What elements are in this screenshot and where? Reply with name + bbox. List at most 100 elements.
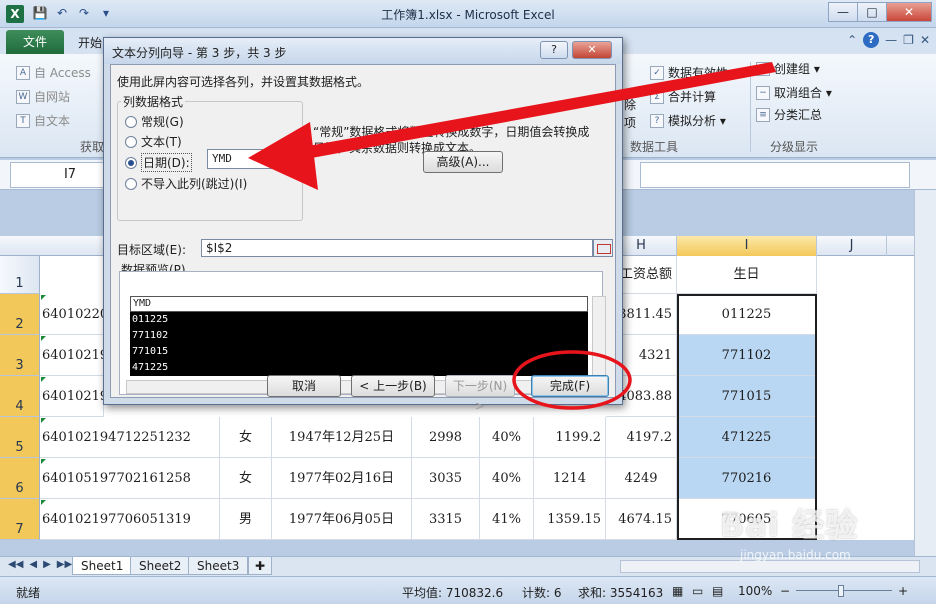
radio-text[interactable]: 文本(T)	[125, 133, 182, 150]
zoom-in-icon[interactable]: +	[898, 584, 908, 598]
minimize-button[interactable]: —	[828, 2, 858, 22]
tab-file[interactable]: 文件	[6, 30, 64, 54]
consolidate-button[interactable]: Σ 合并计算	[650, 88, 716, 105]
cell-d6[interactable]: 3035	[412, 458, 480, 499]
zoom-level[interactable]: 100%	[738, 584, 772, 598]
cell-d5[interactable]: 2998	[412, 417, 480, 458]
cell-f5[interactable]: 1199.2	[534, 417, 606, 458]
help-icon[interactable]: ?	[863, 32, 880, 48]
preview-column-data[interactable]: 011225 771102 771015 471225	[130, 312, 588, 376]
advanced-button[interactable]: 高级(A)...	[423, 151, 503, 173]
cell-i5[interactable]: 471225	[677, 417, 817, 458]
first-sheet-icon[interactable]: ◀◀	[8, 559, 23, 570]
cell-h5[interactable]: 4197.2	[606, 417, 677, 458]
from-text-button[interactable]: T 自文本	[16, 112, 70, 129]
minimize-ribbon-icon[interactable]: ⌃	[847, 33, 857, 47]
doc-minimize-icon[interactable]: —	[885, 33, 897, 47]
radio-general[interactable]: 常规(G)	[125, 113, 184, 130]
row-header[interactable]: 3	[0, 335, 40, 376]
data-validation-button[interactable]: ✓ 数据有效性 ▾	[650, 64, 738, 81]
row-header[interactable]: 2	[0, 294, 40, 335]
cell-f7[interactable]: 1359.15	[534, 499, 606, 540]
remove-duplicates-label-2[interactable]: 项	[624, 114, 636, 131]
doc-restore-icon[interactable]: ❐	[903, 33, 914, 47]
row-header[interactable]: 1	[0, 256, 40, 294]
cell-i4[interactable]: 771015	[677, 376, 817, 417]
cell-c5[interactable]: 1947年12月25日	[272, 417, 412, 458]
column-header-j[interactable]: J	[817, 236, 887, 256]
column-header-i[interactable]: I	[677, 236, 817, 256]
radio-date[interactable]: 日期(D):	[125, 153, 192, 172]
cell-i3[interactable]: 771102	[677, 335, 817, 376]
radio-text-dot[interactable]	[125, 135, 137, 148]
date-format-select[interactable]: YMD ▼	[207, 149, 299, 169]
chevron-down-icon[interactable]: ▼	[282, 150, 298, 168]
row-header[interactable]: 7	[0, 499, 40, 540]
finish-button[interactable]: 完成(F)	[531, 375, 609, 397]
collapse-dialog-icon[interactable]	[593, 239, 613, 257]
cancel-button[interactable]: 取消	[267, 375, 341, 397]
cell-e6[interactable]: 40%	[480, 458, 534, 499]
cell-h7[interactable]: 4674.15	[606, 499, 677, 540]
row-header[interactable]: 5	[0, 417, 40, 458]
from-access-button[interactable]: A 自 Access	[16, 64, 91, 81]
cell-a3[interactable]: 64010219	[40, 335, 104, 376]
what-if-button[interactable]: ? 模拟分析 ▾	[650, 112, 726, 129]
cell-f6[interactable]: 1214	[534, 458, 606, 499]
remove-duplicates-button[interactable]: 除	[624, 96, 636, 113]
zoom-slider-thumb[interactable]	[838, 585, 844, 597]
page-break-icon[interactable]: ▤	[712, 584, 723, 598]
dialog-help-button[interactable]: ?	[540, 41, 568, 59]
cell-a4[interactable]: 64010219	[40, 376, 104, 417]
dialog-close-button[interactable]: ✕	[572, 41, 612, 59]
cell-a7[interactable]: 640102197706051319	[40, 499, 220, 540]
cell-b5[interactable]: 女	[220, 417, 272, 458]
close-button[interactable]: ✕	[886, 2, 932, 22]
next-sheet-icon[interactable]: ▶	[43, 559, 51, 570]
last-sheet-icon[interactable]: ▶▶	[57, 559, 72, 570]
cell-i1[interactable]: 生日	[677, 256, 817, 294]
vertical-scrollbar[interactable]	[914, 190, 936, 556]
zoom-out-icon[interactable]: −	[780, 584, 790, 598]
cell-d7[interactable]: 3315	[412, 499, 480, 540]
from-web-button[interactable]: W 自网站	[16, 88, 70, 105]
cell-c6[interactable]: 1977年02月16日	[272, 458, 412, 499]
preview-vertical-scrollbar[interactable]	[592, 296, 606, 376]
ungroup-button[interactable]: − 取消组合 ▾	[756, 84, 832, 101]
sheet-tab-3[interactable]: Sheet3	[188, 557, 249, 575]
cell-i2[interactable]: 011225	[677, 294, 817, 335]
sheet-tab-2[interactable]: Sheet2	[130, 557, 191, 575]
prev-sheet-icon[interactable]: ◀	[29, 559, 37, 570]
cell-a6[interactable]: 640105197702161258	[40, 458, 220, 499]
row-header[interactable]: 4	[0, 376, 40, 417]
zoom-slider[interactable]	[796, 590, 892, 591]
page-layout-icon[interactable]: ▭	[692, 584, 703, 598]
cell-a2[interactable]: 64010220	[40, 294, 104, 335]
cell-b6[interactable]: 女	[220, 458, 272, 499]
cell-b7[interactable]: 男	[220, 499, 272, 540]
cell-h6[interactable]: 4249	[606, 458, 677, 499]
radio-skip[interactable]: 不导入此列(跳过)(I)	[125, 175, 247, 192]
normal-view-icon[interactable]: ▦	[672, 584, 683, 598]
cell-e7[interactable]: 41%	[480, 499, 534, 540]
cell-e5[interactable]: 40%	[480, 417, 534, 458]
cell-a5[interactable]: 640102194712251232	[40, 417, 220, 458]
target-area-input[interactable]: $I$2	[201, 239, 593, 257]
next-button[interactable]: 下一步(N) >	[445, 375, 515, 413]
insert-sheet-icon[interactable]: ✚	[248, 557, 273, 575]
cell-i6[interactable]: 770216	[677, 458, 817, 499]
cell-c7[interactable]: 1977年06月05日	[272, 499, 412, 540]
back-button[interactable]: < 上一步(B)	[351, 375, 435, 397]
group-button[interactable]: + 创建组 ▾	[756, 60, 820, 77]
radio-date-dot[interactable]	[125, 156, 137, 169]
subtotal-button[interactable]: ≡ 分类汇总	[756, 106, 822, 123]
maximize-button[interactable]: □	[857, 2, 887, 22]
row-header[interactable]: 6	[0, 458, 40, 499]
radio-general-dot[interactable]	[125, 115, 137, 128]
formula-input[interactable]	[640, 162, 910, 188]
sheet-tab-1[interactable]: Sheet1	[72, 557, 133, 575]
doc-close-icon[interactable]: ✕	[920, 33, 930, 47]
preview-column-header[interactable]: YMD	[130, 296, 588, 312]
tab-home[interactable]: 开始	[78, 34, 102, 51]
radio-skip-dot[interactable]	[125, 177, 137, 190]
